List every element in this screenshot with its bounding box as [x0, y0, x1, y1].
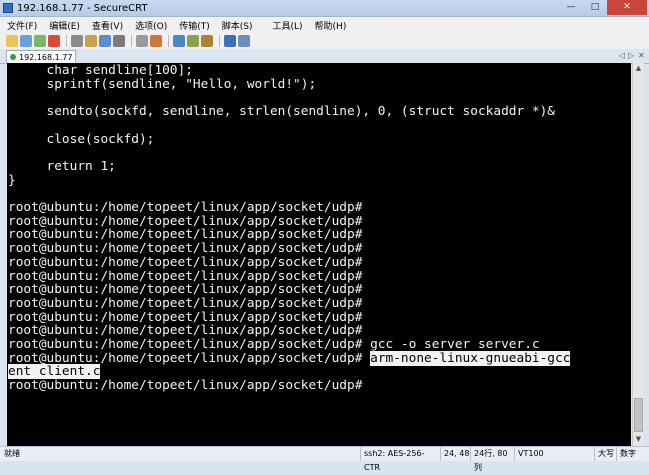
maximize-button[interactable]: □ — [583, 0, 607, 15]
menu-item[interactable]: 选项(O) — [130, 19, 172, 32]
tab-scroll-right-icon[interactable]: ▷ — [628, 49, 634, 63]
terminal-line-text: return 1; — [8, 158, 116, 174]
reconnect-icon[interactable] — [34, 35, 46, 47]
terminal-line-text: sprintf(sendline, "Hello, world!"); — [8, 76, 317, 92]
toolbar-separator — [168, 35, 169, 47]
status-ready: 就绪 — [4, 449, 20, 458]
session-tab[interactable]: 192.168.1.77 — [6, 50, 76, 63]
toolbar-separator — [131, 35, 132, 47]
terminal-line: sendto(sockfd, sendline, strlen(sendline… — [8, 104, 556, 120]
status-emulation: VT100 — [514, 447, 594, 461]
terminal-line-text: } — [8, 172, 16, 188]
scroll-down-icon[interactable]: ▼ — [633, 434, 644, 445]
status-caps-lock: 大写 — [594, 447, 616, 461]
toolbar — [0, 33, 649, 49]
toolbar-separator — [66, 35, 67, 47]
menu-item[interactable]: 帮助(H) — [310, 19, 352, 32]
print-icon[interactable] — [113, 35, 125, 47]
terminal-line-text: sendto(sockfd, sendline, strlen(sendline… — [8, 104, 556, 120]
menu-item[interactable]: 文件(F) — [2, 19, 42, 32]
selected-text: arm-none-linux-gnueabi-gcc — [370, 350, 571, 366]
scrollbar-thumb[interactable] — [634, 398, 643, 432]
status-cursor-position: 24, 48 — [440, 447, 470, 461]
menu-item[interactable]: 查看(V) — [87, 19, 128, 32]
key-icon[interactable] — [201, 35, 213, 47]
quick-connect-icon[interactable] — [20, 35, 32, 47]
status-cipher: ssh2: AES-256-CTR — [360, 447, 440, 472]
connect-icon[interactable] — [6, 35, 18, 47]
window-controls: — □ ✕ — [559, 0, 647, 16]
terminal-line: sprintf(sendline, "Hello, world!"); — [8, 76, 317, 92]
terminal-line: return 1; — [8, 158, 116, 174]
about-icon[interactable] — [238, 35, 250, 47]
terminal-scrollbar[interactable]: ▲ ▼ — [632, 63, 644, 446]
menu-item[interactable]: 脚本(S) — [217, 19, 258, 32]
find-icon[interactable] — [99, 35, 111, 47]
global-options-icon[interactable] — [173, 35, 185, 47]
menu-item[interactable]: 编辑(E) — [44, 19, 85, 32]
paste-icon[interactable] — [85, 35, 97, 47]
help-icon[interactable] — [224, 35, 236, 47]
session-tab-bar: 192.168.1.77 ◁ ▷ ✕ — [0, 49, 649, 64]
scroll-up-icon[interactable]: ▲ — [633, 63, 644, 74]
session-tab-label: 192.168.1.77 — [19, 52, 73, 62]
connected-status-icon — [10, 54, 16, 60]
close-window-button[interactable]: ✕ — [607, 0, 647, 15]
terminal-line: } — [8, 172, 16, 188]
minimize-button[interactable]: — — [559, 0, 583, 15]
securecrt-app-icon — [3, 3, 13, 13]
keymap-icon[interactable] — [187, 35, 199, 47]
terminal-line-text: close(sockfd); — [8, 131, 155, 147]
status-num-lock: 数字 — [616, 447, 649, 461]
copy-icon[interactable] — [71, 35, 83, 47]
status-terminal-size: 24行, 80列 — [470, 447, 514, 472]
status-bar: 就绪 ssh2: AES-256-CTR 24, 48 24行, 80列 VT1… — [0, 446, 649, 472]
disconnect-icon[interactable] — [48, 35, 60, 47]
menu-item[interactable]: 传输(T) — [174, 19, 215, 32]
title-bar: 192.168.1.77 - SecureCRT — □ ✕ — [0, 0, 649, 17]
menu-bar: 文件(F) 编辑(E) 查看(V) 选项(O) 传输(T) 脚本(S) 工具(L) 帮助(H) — [0, 17, 649, 33]
toolbar-separator — [219, 35, 220, 47]
menu-item[interactable]: 工具(L) — [268, 19, 308, 32]
session-options-icon[interactable] — [150, 35, 162, 47]
terminal-line: close(sockfd); — [8, 131, 155, 147]
print-setup-icon[interactable] — [136, 35, 148, 47]
terminal-line-text: root@ubuntu:/home/topeet/linux/app/socke… — [8, 378, 363, 394]
window-title: 192.168.1.77 - SecureCRT — [17, 2, 148, 14]
terminal-area[interactable]: char sendline[100]; sprintf(sendline, "H… — [7, 63, 631, 446]
tab-scroll-left-icon[interactable]: ◁ — [619, 49, 625, 63]
close-tab-icon[interactable]: ✕ — [638, 49, 645, 63]
terminal-line: root@ubuntu:/home/topeet/linux/app/socke… — [8, 379, 362, 393]
